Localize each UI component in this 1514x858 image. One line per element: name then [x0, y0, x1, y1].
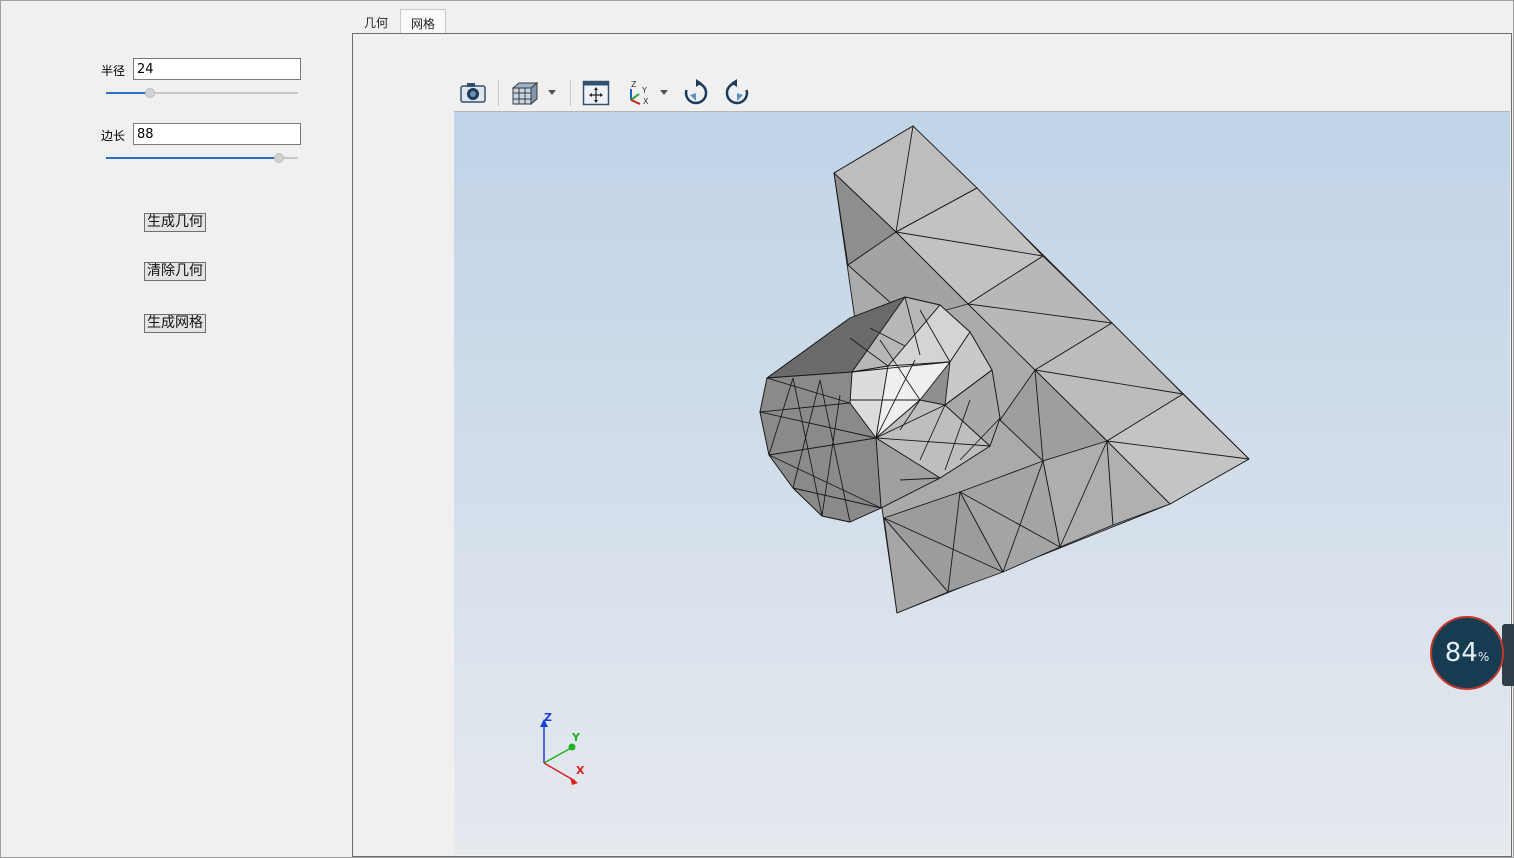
radius-slider[interactable]: [106, 86, 298, 100]
axis-triad: [540, 719, 578, 785]
tab-mesh[interactable]: 网格: [400, 9, 447, 33]
generate-mesh-button[interactable]: 生成网格: [144, 314, 206, 333]
performance-gauge-widget[interactable]: 84 %: [1430, 616, 1514, 694]
gauge-dial: 84 %: [1430, 616, 1504, 690]
clear-geometry-button[interactable]: 清除几何: [144, 262, 206, 281]
gauge-value: 84: [1444, 638, 1478, 668]
side-slider-thumb[interactable]: [273, 153, 284, 163]
side-slider-fill: [106, 157, 279, 159]
gauge-unit: %: [1477, 650, 1490, 664]
tab-geometry[interactable]: 几何: [354, 9, 398, 33]
axis-x-label: X: [576, 764, 585, 777]
side-slider[interactable]: [106, 151, 298, 165]
radius-slider-fill: [106, 92, 151, 94]
side-input[interactable]: [133, 123, 301, 145]
radius-slider-thumb[interactable]: [145, 88, 156, 98]
generate-geometry-button[interactable]: 生成几何: [144, 213, 206, 232]
mesh-model: [759, 125, 1250, 614]
axis-y-label: Y: [572, 731, 580, 744]
radius-input[interactable]: [133, 58, 301, 80]
mesh-viewport[interactable]: Z Y X Z Y X: [454, 75, 1510, 855]
side-label: 边长: [101, 129, 126, 143]
radius-label: 半径: [101, 64, 126, 78]
axis-z-label: Z: [544, 711, 552, 724]
